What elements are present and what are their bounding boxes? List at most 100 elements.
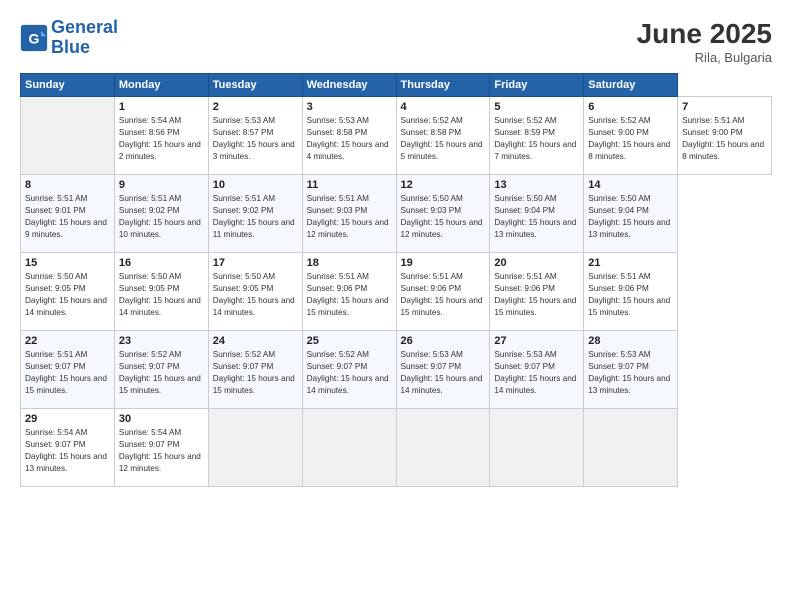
day-number: 1	[119, 101, 204, 113]
day-info: Sunrise: 5:51 AMSunset: 9:07 PMDaylight:…	[25, 349, 110, 397]
calendar-header-row: Sunday Monday Tuesday Wednesday Thursday…	[21, 74, 772, 97]
day-number: 23	[119, 335, 204, 347]
day-number: 24	[213, 335, 298, 347]
logo-text: General Blue	[51, 18, 118, 58]
table-row: 18Sunrise: 5:51 AMSunset: 9:06 PMDayligh…	[302, 253, 396, 331]
table-row	[584, 409, 678, 487]
day-info: Sunrise: 5:50 AMSunset: 9:05 PMDaylight:…	[119, 271, 204, 319]
table-row: 3 Sunrise: 5:53 AMSunset: 8:58 PMDaylight…	[302, 97, 396, 175]
calendar-week-row: 1Sunrise: 5:54 AMSunset: 8:56 PMDaylight…	[21, 97, 772, 175]
day-info: Sunrise: 5:51 AMSunset: 9:00 PMDaylight:…	[682, 115, 767, 163]
logo-icon: G	[20, 24, 48, 52]
calendar-week-row: 8Sunrise: 5:51 AMSunset: 9:01 PMDaylight…	[21, 175, 772, 253]
day-info: Sunrise: 5:51 AMSunset: 9:02 PMDaylight:…	[119, 193, 204, 241]
day-info: Sunrise: 5:53 AMSunset: 8:57 PMDaylight:…	[213, 115, 298, 163]
col-monday: Monday	[114, 74, 208, 97]
table-row: 17 Sunrise: 5:50 AMSunset: 9:05 PMDayligh…	[208, 253, 302, 331]
table-row	[208, 409, 302, 487]
table-row: 29 Sunrise: 5:54 AMSunset: 9:07 PMDayligh…	[21, 409, 115, 487]
table-row: 24 Sunrise: 5:52 AMSunset: 9:07 PMDayligh…	[208, 331, 302, 409]
day-number: 16	[119, 257, 204, 269]
header: G General Blue June 2025 Rila, Bulgaria	[20, 18, 772, 65]
table-row: 26 Sunrise: 5:53 AMSunset: 9:07 PMDayligh…	[396, 331, 490, 409]
day-number: 22	[25, 335, 110, 347]
col-friday: Friday	[490, 74, 584, 97]
table-row	[21, 97, 115, 175]
day-number: 20	[494, 257, 579, 269]
table-row: 20 Sunrise: 5:51 AMSunset: 9:06 PMDayligh…	[490, 253, 584, 331]
day-info: Sunrise: 5:51 AMSunset: 9:06 PMDaylight:…	[307, 271, 392, 319]
table-row: 2 Sunrise: 5:53 AMSunset: 8:57 PMDaylight…	[208, 97, 302, 175]
day-info: Sunrise: 5:54 AMSunset: 9:07 PMDaylight:…	[25, 427, 110, 475]
day-info: Sunrise: 5:51 AMSunset: 9:03 PMDaylight:…	[307, 193, 392, 241]
day-number: 13	[494, 179, 579, 191]
day-number: 27	[494, 335, 579, 347]
table-row: 13 Sunrise: 5:50 AMSunset: 9:04 PMDayligh…	[490, 175, 584, 253]
day-info: Sunrise: 5:52 AMSunset: 8:59 PMDaylight:…	[494, 115, 579, 163]
calendar-week-row: 15Sunrise: 5:50 AMSunset: 9:05 PMDayligh…	[21, 253, 772, 331]
title-block: June 2025 Rila, Bulgaria	[637, 18, 772, 65]
col-thursday: Thursday	[396, 74, 490, 97]
day-info: Sunrise: 5:53 AMSunset: 8:58 PMDaylight:…	[307, 115, 392, 163]
table-row: 10Sunrise: 5:51 AMSunset: 9:02 PMDayligh…	[208, 175, 302, 253]
logo: G General Blue	[20, 18, 118, 58]
day-number: 9	[119, 179, 204, 191]
day-number: 2	[213, 101, 298, 113]
table-row: 19Sunrise: 5:51 AMSunset: 9:06 PMDayligh…	[396, 253, 490, 331]
col-saturday: Saturday	[584, 74, 678, 97]
day-info: Sunrise: 5:51 AMSunset: 9:06 PMDaylight:…	[588, 271, 673, 319]
table-row: 23Sunrise: 5:52 AMSunset: 9:07 PMDayligh…	[114, 331, 208, 409]
table-row: 30Sunrise: 5:54 AMSunset: 9:07 PMDayligh…	[114, 409, 208, 487]
calendar-week-row: 22 Sunrise: 5:51 AMSunset: 9:07 PMDayligh…	[21, 331, 772, 409]
day-info: Sunrise: 5:50 AMSunset: 9:03 PMDaylight:…	[401, 193, 486, 241]
table-row: 6 Sunrise: 5:52 AMSunset: 9:00 PMDaylight…	[584, 97, 678, 175]
table-row: 28Sunrise: 5:53 AMSunset: 9:07 PMDayligh…	[584, 331, 678, 409]
table-row: 22 Sunrise: 5:51 AMSunset: 9:07 PMDayligh…	[21, 331, 115, 409]
day-number: 5	[494, 101, 579, 113]
day-number: 10	[213, 179, 298, 191]
day-number: 21	[588, 257, 673, 269]
table-row: 14 Sunrise: 5:50 AMSunset: 9:04 PMDayligh…	[584, 175, 678, 253]
logo-blue: Blue	[51, 37, 90, 57]
day-info: Sunrise: 5:50 AMSunset: 9:05 PMDaylight:…	[25, 271, 110, 319]
table-row: 27 Sunrise: 5:53 AMSunset: 9:07 PMDayligh…	[490, 331, 584, 409]
day-info: Sunrise: 5:52 AMSunset: 9:07 PMDaylight:…	[307, 349, 392, 397]
day-info: Sunrise: 5:51 AMSunset: 9:06 PMDaylight:…	[494, 271, 579, 319]
table-row: 4 Sunrise: 5:52 AMSunset: 8:58 PMDaylight…	[396, 97, 490, 175]
table-row: 25 Sunrise: 5:52 AMSunset: 9:07 PMDayligh…	[302, 331, 396, 409]
day-number: 26	[401, 335, 486, 347]
day-info: Sunrise: 5:53 AMSunset: 9:07 PMDaylight:…	[401, 349, 486, 397]
table-row: 12 Sunrise: 5:50 AMSunset: 9:03 PMDayligh…	[396, 175, 490, 253]
day-number: 6	[588, 101, 673, 113]
day-info: Sunrise: 5:50 AMSunset: 9:04 PMDaylight:…	[588, 193, 673, 241]
table-row	[396, 409, 490, 487]
location: Rila, Bulgaria	[637, 50, 772, 65]
col-wednesday: Wednesday	[302, 74, 396, 97]
day-info: Sunrise: 5:52 AMSunset: 9:00 PMDaylight:…	[588, 115, 673, 163]
day-info: Sunrise: 5:50 AMSunset: 9:05 PMDaylight:…	[213, 271, 298, 319]
day-number: 3	[307, 101, 392, 113]
day-info: Sunrise: 5:50 AMSunset: 9:04 PMDaylight:…	[494, 193, 579, 241]
day-number: 29	[25, 413, 110, 425]
page: G General Blue June 2025 Rila, Bulgaria …	[0, 0, 792, 612]
table-row: 21 Sunrise: 5:51 AMSunset: 9:06 PMDayligh…	[584, 253, 678, 331]
table-row	[302, 409, 396, 487]
day-number: 12	[401, 179, 486, 191]
table-row: 5 Sunrise: 5:52 AMSunset: 8:59 PMDaylight…	[490, 97, 584, 175]
day-number: 30	[119, 413, 204, 425]
table-row	[490, 409, 584, 487]
col-sunday: Sunday	[21, 74, 115, 97]
day-info: Sunrise: 5:51 AMSunset: 9:01 PMDaylight:…	[25, 193, 110, 241]
col-tuesday: Tuesday	[208, 74, 302, 97]
day-info: Sunrise: 5:52 AMSunset: 9:07 PMDaylight:…	[213, 349, 298, 397]
table-row: 9 Sunrise: 5:51 AMSunset: 9:02 PMDaylight…	[114, 175, 208, 253]
logo-general: General	[51, 17, 118, 37]
day-info: Sunrise: 5:52 AMSunset: 8:58 PMDaylight:…	[401, 115, 486, 163]
day-number: 4	[401, 101, 486, 113]
day-info: Sunrise: 5:53 AMSunset: 9:07 PMDaylight:…	[494, 349, 579, 397]
table-row: 7Sunrise: 5:51 AMSunset: 9:00 PMDaylight…	[678, 97, 772, 175]
day-number: 14	[588, 179, 673, 191]
day-number: 25	[307, 335, 392, 347]
day-number: 17	[213, 257, 298, 269]
calendar-week-row: 29 Sunrise: 5:54 AMSunset: 9:07 PMDayligh…	[21, 409, 772, 487]
